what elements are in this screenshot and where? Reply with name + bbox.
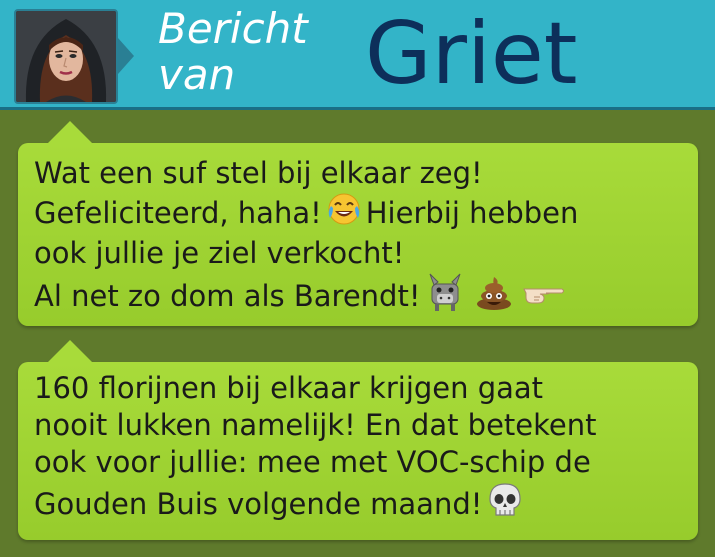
header-label-line2: van [158, 50, 236, 99]
message-text: Al net zo dom als Barendt! [34, 279, 421, 313]
skull-icon [486, 481, 524, 528]
message-line: Al net zo dom als Barendt! [34, 272, 682, 321]
avatar-pointer [118, 38, 134, 74]
bubble-tail [48, 340, 92, 362]
message-line: 160 florijnen bij elkaar krijgen gaat [34, 371, 544, 405]
bubble-tail [48, 121, 92, 143]
message-line: ook voor jullie: mee met VOC-schip de [34, 445, 591, 479]
message-bubble-1: Wat een suf stel bij elkaar zeg! Gefelic… [18, 121, 698, 326]
message-line: Wat een suf stel bij elkaar zeg! [34, 156, 483, 190]
message-text: Hierbij hebben [365, 196, 579, 230]
header-label: Bericht van [158, 6, 358, 98]
donkey-icon [424, 272, 466, 321]
message-text: Gouden Buis volgende maand! [34, 487, 483, 521]
header-label-line1: Bericht [158, 4, 308, 53]
laughing-tears-icon [326, 192, 362, 235]
pointing-hand-icon [522, 277, 566, 316]
message-header: Bericht van Griet [0, 0, 715, 110]
message-bubble-2: 160 florijnen bij elkaar krijgen gaat no… [18, 340, 698, 540]
message-text: Gefeliciteerd, haha! [34, 196, 322, 230]
message-line: Gefeliciteerd, haha! Hierbij hebben [34, 192, 682, 235]
message-line: nooit lukken namelijk! En dat betekent [34, 408, 597, 442]
message-line: ook jullie je ziel verkocht! [34, 236, 405, 270]
poop-icon [474, 273, 514, 320]
avatar-woman-hooded-icon [16, 11, 116, 102]
message-line: Gouden Buis volgende maand! [34, 481, 682, 528]
sender-name: Griet [365, 4, 578, 104]
avatar [14, 9, 118, 104]
